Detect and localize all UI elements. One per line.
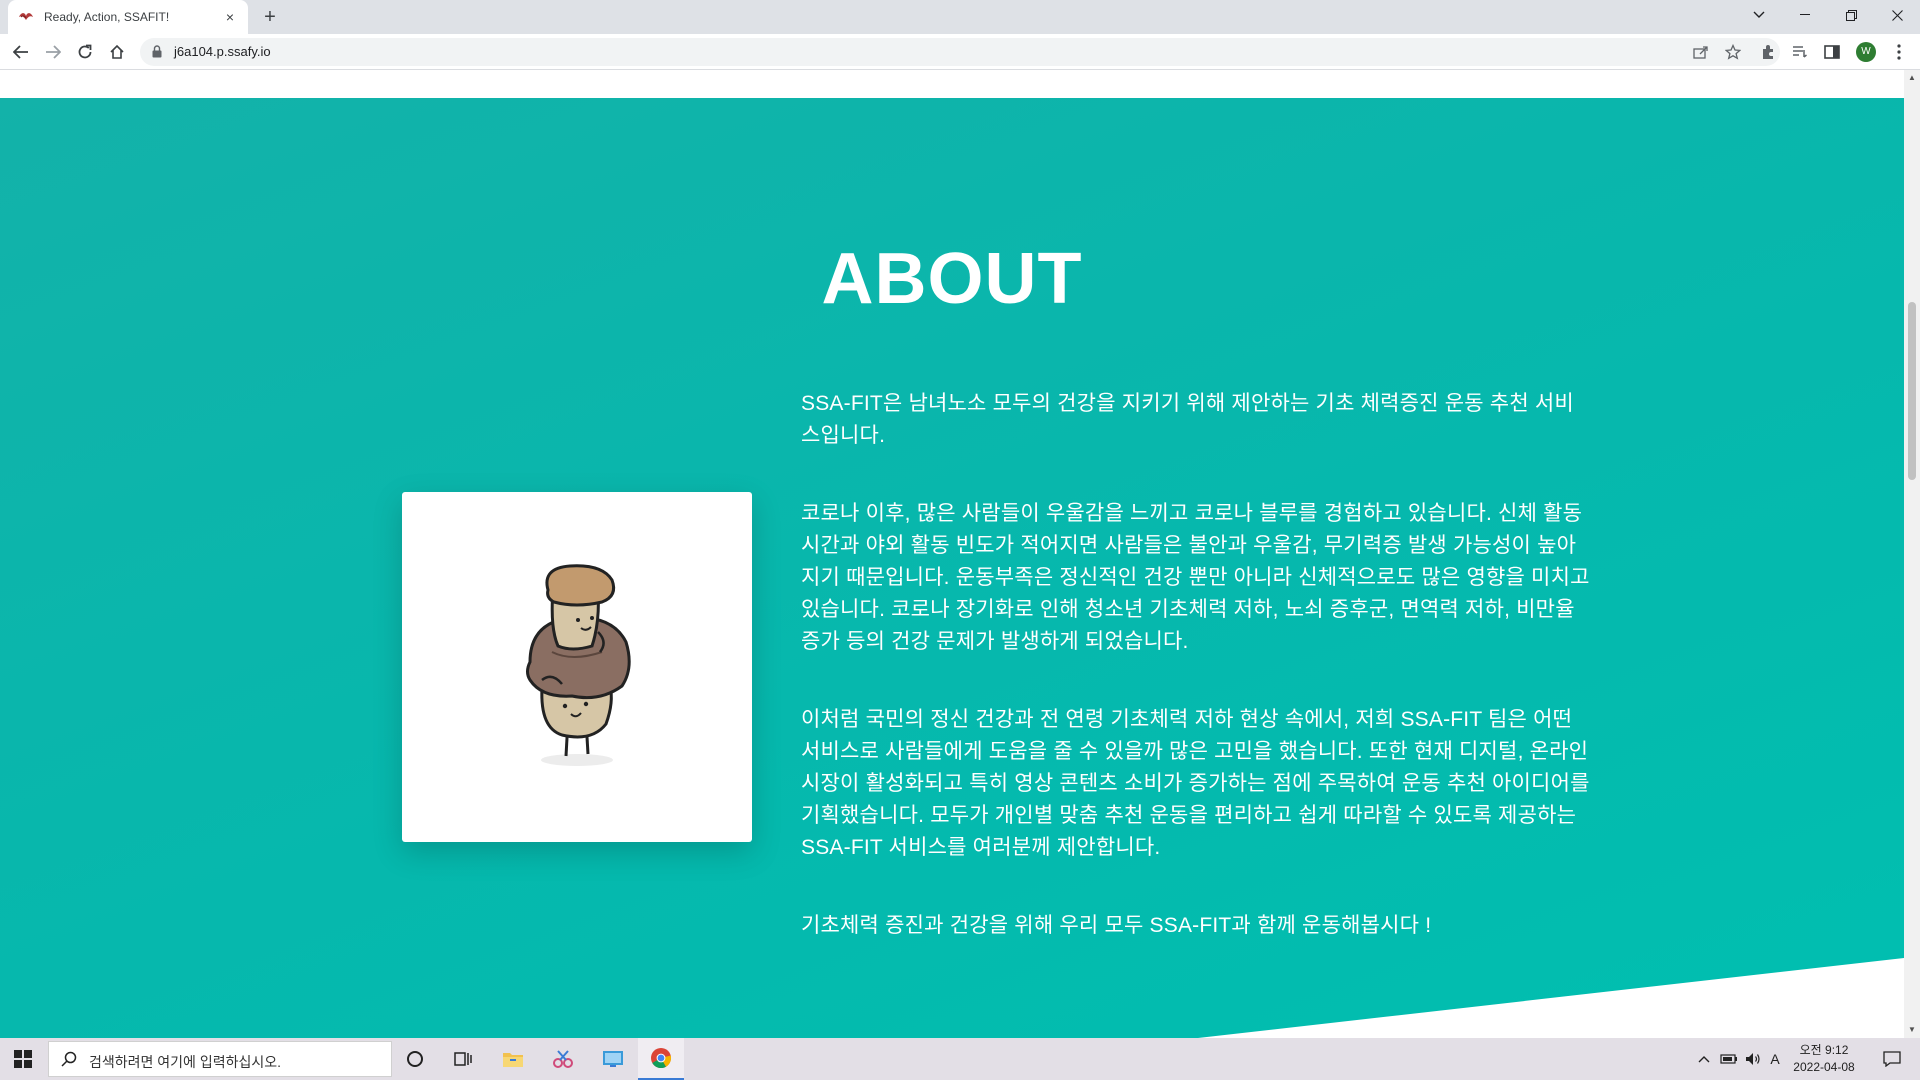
tab-search-chevron-icon[interactable]	[1736, 0, 1782, 30]
tab-title: Ready, Action, SSAFIT!	[44, 10, 170, 24]
restore-icon[interactable]	[1828, 0, 1874, 30]
extensions-icon[interactable]	[1755, 39, 1781, 65]
task-view-icon[interactable]	[440, 1038, 486, 1080]
reload-icon[interactable]	[72, 39, 98, 65]
page-viewport: ABOUT SSA-FIT은 남녀노소 모두의 건강을 지키기 위해 제안하는 …	[0, 70, 1904, 1038]
reading-list-icon[interactable]	[1787, 39, 1813, 65]
taskbar-clock[interactable]: 오전 9:12 2022-04-08	[1786, 1042, 1862, 1076]
scroll-thumb[interactable]	[1908, 302, 1916, 480]
browser-toolbar: j6a104.p.ssafy.io W	[0, 34, 1920, 70]
forward-arrow-icon[interactable]	[40, 39, 66, 65]
taskbar-search-placeholder: 검색하려면 여기에 입력하십시오.	[89, 1054, 281, 1070]
volume-icon[interactable]	[1742, 1038, 1764, 1080]
profile-avatar[interactable]: W	[1856, 42, 1876, 62]
windows-start-icon[interactable]	[0, 1038, 46, 1080]
minimize-icon[interactable]	[1782, 0, 1828, 30]
lock-icon[interactable]	[152, 45, 162, 63]
page-scrollbar[interactable]: ▲ ▼	[1904, 70, 1920, 1038]
about-section: ABOUT SSA-FIT은 남녀노소 모두의 건강을 지키기 위해 제안하는 …	[0, 98, 1904, 1038]
browser-tab-strip: Ready, Action, SSAFIT! × +	[0, 0, 1920, 34]
file-explorer-icon[interactable]	[490, 1038, 536, 1080]
cortana-circle-icon[interactable]	[392, 1038, 438, 1080]
chrome-taskbar-icon[interactable]	[638, 1038, 684, 1080]
new-tab-button[interactable]: +	[258, 5, 282, 29]
scroll-up-arrow-icon[interactable]: ▲	[1904, 70, 1920, 86]
tray-overflow-chevron-icon[interactable]	[1696, 1038, 1712, 1080]
snipping-tool-icon[interactable]	[540, 1038, 586, 1080]
back-arrow-icon[interactable]	[8, 39, 34, 65]
battery-network-icon[interactable]	[1718, 1038, 1740, 1080]
section-divider-slant	[1198, 958, 1904, 1038]
close-window-icon[interactable]	[1874, 0, 1920, 30]
notification-center-icon[interactable]	[1872, 1038, 1912, 1080]
address-bar[interactable]: j6a104.p.ssafy.io	[140, 38, 1780, 66]
clock-date: 2022-04-08	[1793, 1060, 1855, 1074]
clock-time: 오전 9:12	[1799, 1043, 1849, 1057]
share-icon[interactable]	[1688, 39, 1714, 65]
side-panel-icon[interactable]	[1819, 39, 1845, 65]
search-icon	[61, 1051, 77, 1072]
bookmark-star-icon[interactable]	[1720, 39, 1746, 65]
remote-desktop-icon[interactable]	[590, 1038, 636, 1080]
browser-tab[interactable]: Ready, Action, SSAFIT! ×	[8, 0, 248, 34]
windows-taskbar: 검색하려면 여기에 입력하십시오. A 오전 9:12 2022-04-08	[0, 1038, 1920, 1080]
taskbar-search-box[interactable]: 검색하려면 여기에 입력하십시오.	[48, 1041, 392, 1077]
site-favicon-icon	[18, 9, 34, 25]
browser-menu-icon[interactable]	[1886, 39, 1912, 65]
url-text: j6a104.p.ssafy.io	[174, 44, 271, 59]
home-icon[interactable]	[104, 39, 130, 65]
scroll-down-arrow-icon[interactable]: ▼	[1904, 1022, 1920, 1038]
input-method-indicator[interactable]: A	[1765, 1038, 1785, 1080]
tab-close-icon[interactable]: ×	[222, 9, 238, 25]
